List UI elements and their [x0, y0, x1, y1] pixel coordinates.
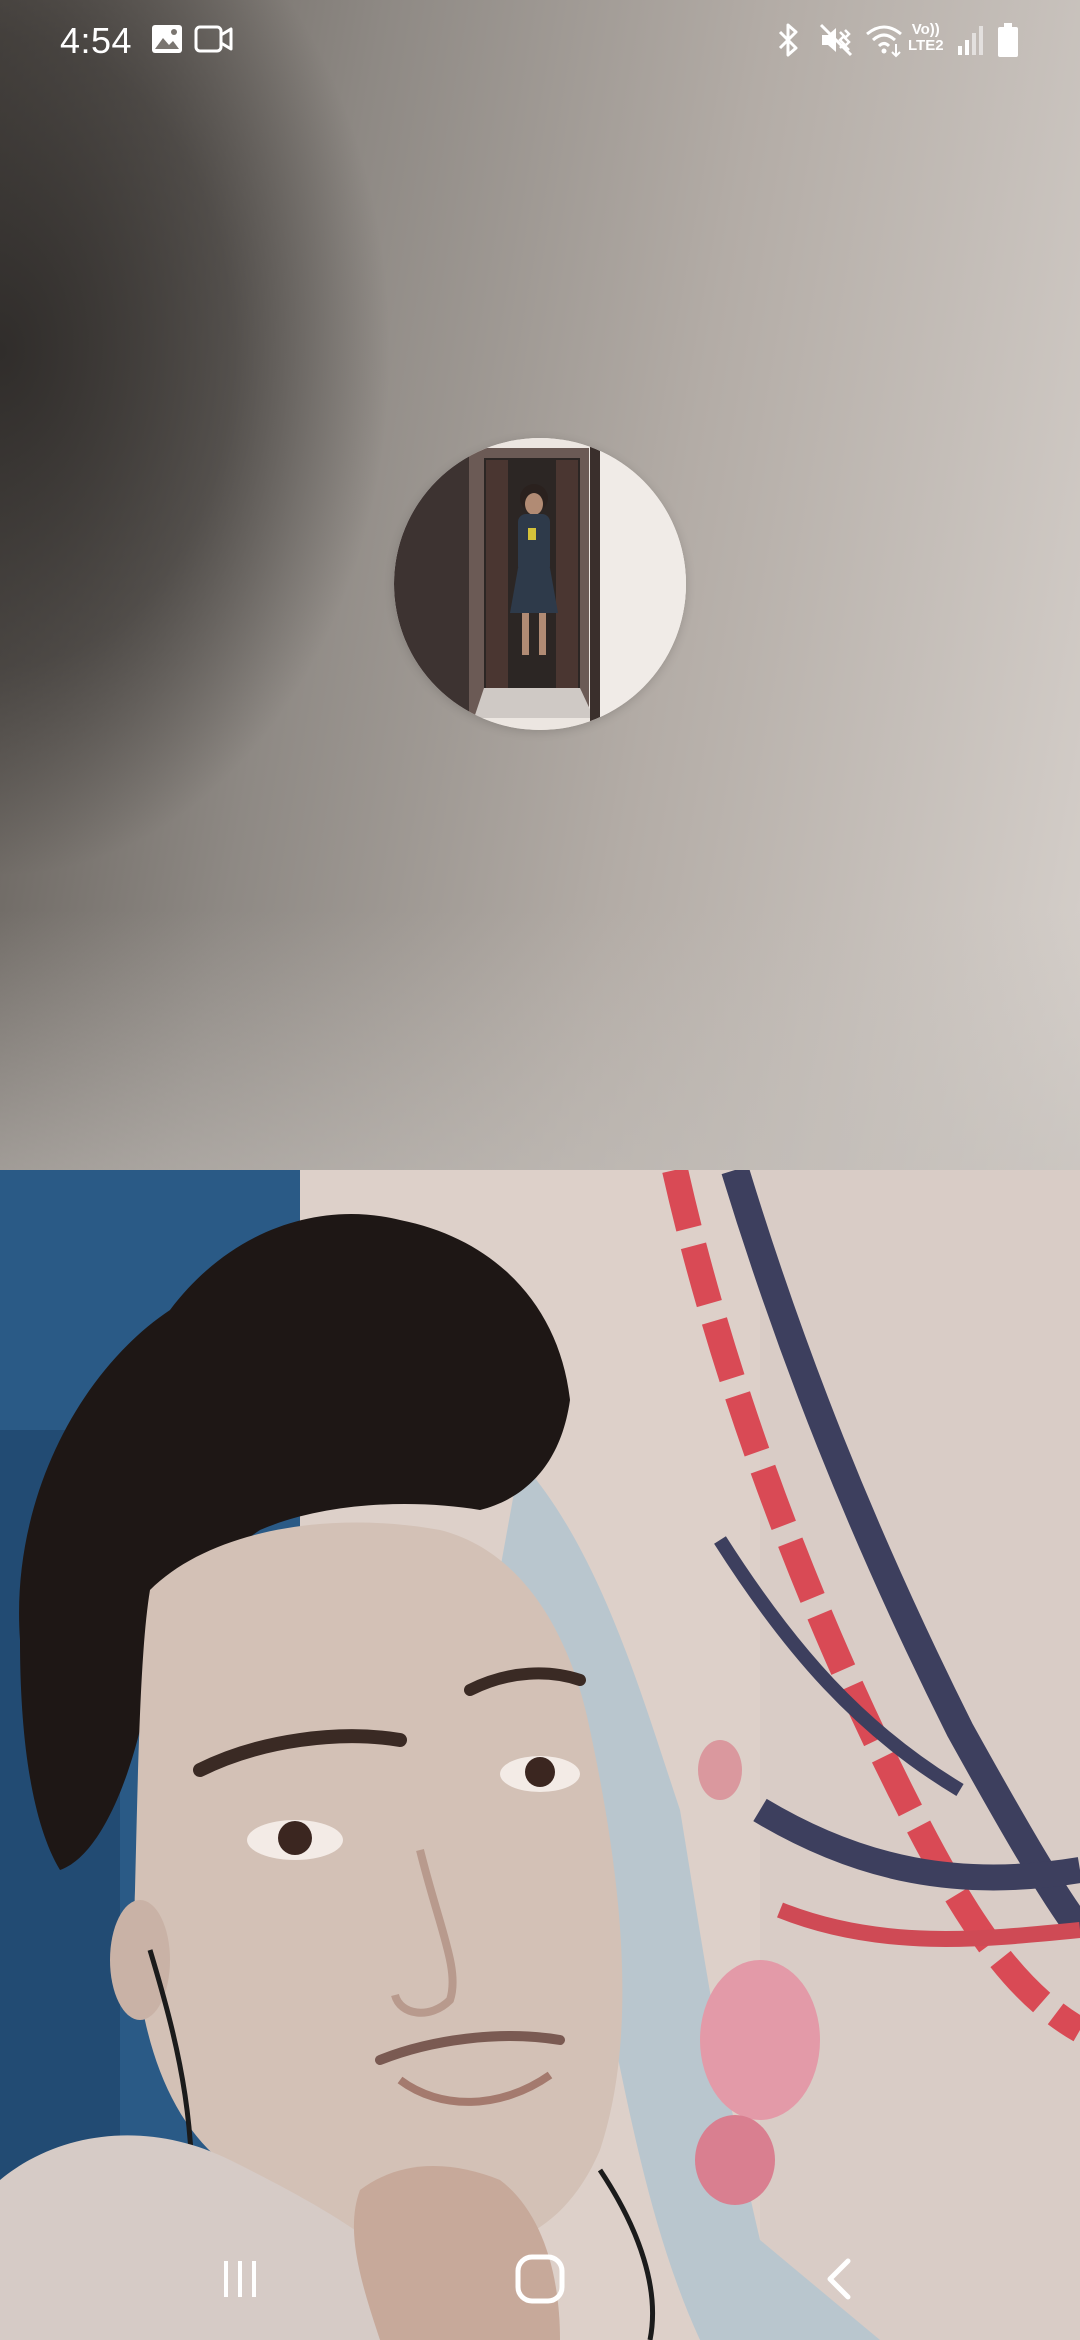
- recent-apps-icon: [224, 2261, 256, 2297]
- recent-apps-button[interactable]: [180, 2244, 300, 2314]
- bluetooth-icon: [772, 22, 804, 63]
- home-button[interactable]: [480, 2244, 600, 2314]
- volte-label: Vo)): [911, 21, 940, 38]
- caller-avatar[interactable]: [394, 438, 686, 730]
- wifi-calling-icon: [864, 22, 906, 63]
- back-button[interactable]: [780, 2244, 900, 2314]
- lte-label: LTE2: [908, 37, 944, 54]
- status-time: 4:54: [60, 20, 133, 61]
- status-bar: 4:54 Vo)) LTE2: [0, 0, 1080, 84]
- navigation-bar: [0, 2214, 1080, 2340]
- mute-vibrate-icon: [818, 22, 854, 63]
- battery-icon: [996, 22, 1020, 65]
- volte-lte2-icon: Vo)) LTE2: [908, 22, 944, 54]
- caller-photo: [394, 438, 686, 730]
- signal-icon: [956, 22, 986, 63]
- self-video-frame: [0, 1170, 1080, 2340]
- local-camera-preview[interactable]: [0, 1170, 1080, 2340]
- home-icon: [515, 2254, 565, 2304]
- gallery-icon: [150, 22, 184, 61]
- video-call-icon: [194, 22, 234, 61]
- back-icon: [827, 2258, 851, 2300]
